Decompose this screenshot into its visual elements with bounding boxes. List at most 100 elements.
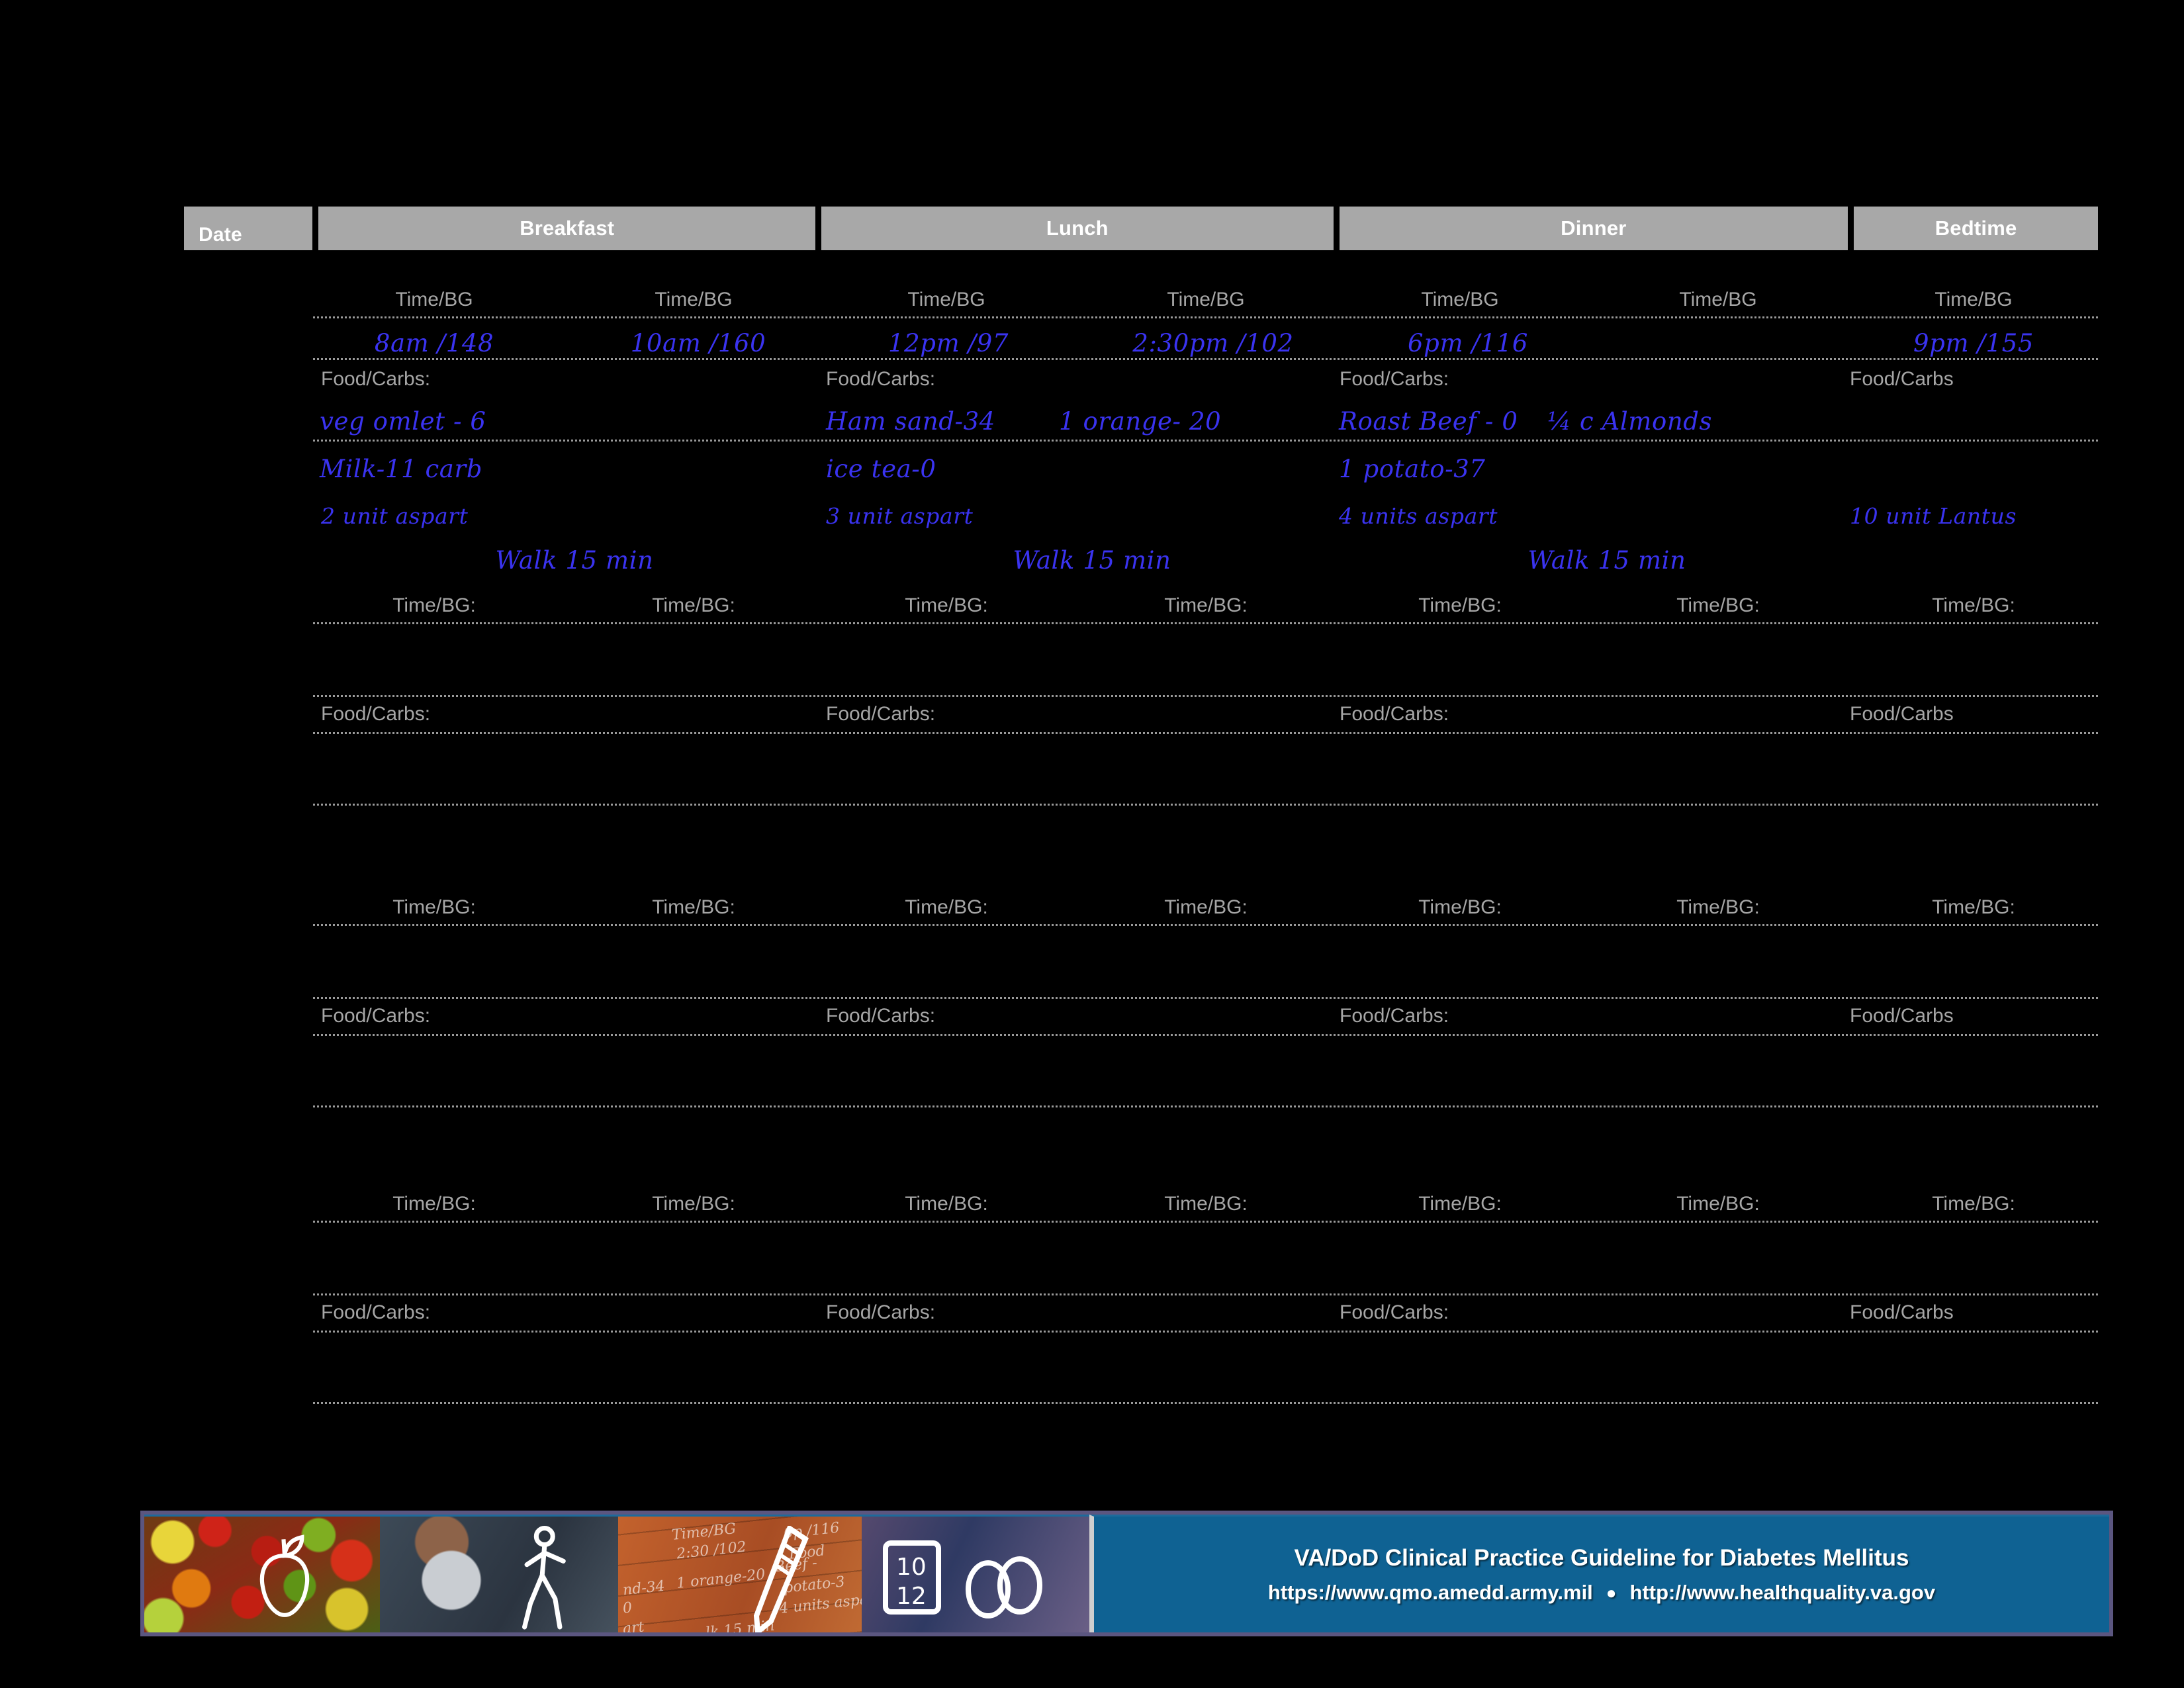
entry-time-bg-breakfast-1: 8am /148: [374, 329, 494, 357]
label-time-bg: Time/BG: [1934, 289, 2013, 310]
footer-banner: Time/BG 6p /116 2:30 /102 Food nd-34 1 o…: [140, 1511, 2113, 1636]
label-time-bg: Time/BG:: [905, 594, 988, 616]
label-food-carbs: Food/Carbs:: [321, 368, 431, 390]
column-header-breakfast: Breakfast: [318, 207, 816, 250]
label-time-bg: Time/BG:: [1164, 896, 1248, 918]
entry-insulin-dinner: 4 units aspart: [1339, 503, 1498, 529]
entry-insulin-breakfast: 2 unit aspart: [321, 503, 469, 529]
entry-food-lunch-1: Ham sand-34: [826, 407, 995, 436]
label-time-bg: Time/BG: [395, 289, 473, 310]
entry-food-lunch-2: 1 orange- 20: [1059, 407, 1222, 436]
row-rule: [313, 1105, 2098, 1107]
photo-glucose-meter: 10 12: [862, 1515, 1089, 1632]
entry-food-dinner-3: 1 potato-37: [1339, 455, 1486, 483]
footer-banner-inner: Time/BG 6p /116 2:30 /102 Food nd-34 1 o…: [144, 1515, 2109, 1632]
row-rule: [313, 1293, 2098, 1295]
column-header-dinner: Dinner: [1339, 207, 1848, 250]
row-rule: [313, 316, 2098, 318]
table-body: Time/BG Time/BG Time/BG Time/BG Time/BG …: [184, 250, 2098, 1442]
diabetes-log-table: Date Breakfast Lunch Dinner Bedtime Time: [184, 207, 2098, 1442]
footer-links: https://www.qmo.amedd.army.mil ● http://…: [1268, 1581, 1935, 1605]
label-time-bg: Time/BG:: [1418, 1193, 1502, 1215]
column-header-bedtime-label: Bedtime: [1934, 216, 2017, 240]
label-food-carbs: Food/Carbs:: [1340, 703, 1449, 725]
label-time-bg: Time/BG:: [652, 594, 735, 616]
entry-activity-breakfast: Walk 15 min: [495, 546, 654, 575]
meter-display-icon: 10 12: [882, 1540, 941, 1615]
entry-food-breakfast-2: Milk-11 carb: [320, 455, 483, 483]
svg-text:10: 10: [896, 1554, 927, 1581]
label-time-bg: Time/BG:: [1164, 594, 1248, 616]
apple-icon: [259, 1534, 309, 1617]
logsheet-page: Date Breakfast Lunch Dinner Bedtime Time: [0, 0, 2184, 1688]
label-time-bg: Time/BG: [655, 289, 733, 310]
column-header-lunch-label: Lunch: [1046, 216, 1109, 240]
photo-logsheet-text: art: [622, 1618, 646, 1632]
row-rule: [313, 440, 2098, 442]
row-rule: [313, 732, 2098, 734]
label-food-carbs: Food/Carbs:: [1340, 1005, 1449, 1027]
bullet-separator-icon: ●: [1606, 1582, 1617, 1603]
label-time-bg: Time/BG:: [1418, 594, 1502, 616]
label-time-bg: Time/BG: [1421, 289, 1499, 310]
photo-walking-shoes: [380, 1515, 618, 1632]
label-food-carbs: Food/Carbs:: [1340, 368, 1449, 390]
column-header-breakfast-label: Breakfast: [520, 216, 615, 240]
row-rule: [313, 358, 2098, 360]
svg-text:12: 12: [896, 1583, 927, 1610]
row-rule: [313, 622, 2098, 624]
row-rule: [313, 1221, 2098, 1223]
label-time-bg: Time/BG:: [652, 896, 735, 918]
header-divider: [815, 207, 822, 250]
photo-logsheet-text: 0: [622, 1599, 633, 1617]
label-time-bg: Time/BG: [907, 289, 985, 310]
label-time-bg: Time/BG:: [652, 1193, 735, 1215]
entry-insulin-bedtime: 10 unit Lantus: [1850, 503, 2017, 529]
label-food-carbs: Food/Carbs:: [826, 1005, 936, 1027]
row-rule: [313, 1331, 2098, 1333]
label-food-carbs: Food/Carbs:: [321, 703, 431, 725]
label-time-bg: Time/BG:: [392, 594, 476, 616]
header-divider: [1848, 207, 1854, 250]
label-time-bg: Time/BG:: [392, 896, 476, 918]
walking-person-icon: [522, 1526, 566, 1630]
photo-logsheet: Time/BG 6p /116 2:30 /102 Food nd-34 1 o…: [618, 1515, 862, 1632]
label-time-bg: Time/BG:: [905, 896, 988, 918]
label-food-carbs: Food/Carbs:: [826, 703, 936, 725]
row-rule: [313, 1402, 2098, 1404]
row-rule: [313, 1034, 2098, 1036]
column-header-dinner-label: Dinner: [1561, 216, 1627, 240]
label-time-bg: Time/BG:: [1932, 594, 2015, 616]
header-divider: [312, 207, 319, 250]
table-header-row: Date Breakfast Lunch Dinner Bedtime: [184, 207, 2098, 250]
label-time-bg: Time/BG: [1679, 289, 1757, 310]
entry-activity-lunch: Walk 15 min: [1013, 546, 1171, 575]
entry-time-bg-dinner-1: 6pm /116: [1408, 329, 1528, 357]
link-healthquality-va[interactable]: http://www.healthquality.va.gov: [1630, 1581, 1936, 1605]
label-food-carbs: Food/Carbs: [1850, 368, 1954, 390]
test-strip-rings-icon: [966, 1556, 1043, 1618]
row-rule: [313, 997, 2098, 999]
label-time-bg: Time/BG:: [1932, 896, 2015, 918]
photo-logsheet-text: nd-34: [622, 1577, 666, 1599]
photo-logsheet-text: Time/BG: [670, 1520, 737, 1544]
entry-food-dinner-1: Roast Beef - 0: [1339, 407, 1518, 436]
column-header-bedtime: Bedtime: [1854, 207, 2098, 250]
label-time-bg: Time/BG:: [392, 1193, 476, 1215]
column-header-date-label: Date: [199, 224, 242, 246]
footer-text-block: VA/DoD Clinical Practice Guideline for D…: [1089, 1515, 2109, 1632]
pencil-icon: [753, 1526, 809, 1632]
entry-food-dinner-2: ¼ c Almonds: [1547, 407, 1713, 436]
label-food-carbs: Food/Carbs:: [321, 1301, 431, 1323]
photo-vegetables: [144, 1515, 380, 1632]
label-food-carbs: Food/Carbs: [1850, 1005, 1954, 1027]
label-food-carbs: Food/Carbs: [1850, 703, 1954, 725]
label-time-bg: Time/BG:: [905, 1193, 988, 1215]
entry-activity-dinner: Walk 15 min: [1527, 546, 1686, 575]
link-qmo-amedd[interactable]: https://www.qmo.amedd.army.mil: [1268, 1581, 1593, 1605]
column-header-lunch: Lunch: [821, 207, 1334, 250]
entry-time-bg-lunch-2: 2:30pm /102: [1132, 329, 1294, 357]
row-rule: [313, 804, 2098, 806]
label-food-carbs: Food/Carbs:: [1340, 1301, 1449, 1323]
row-rule: [313, 924, 2098, 926]
